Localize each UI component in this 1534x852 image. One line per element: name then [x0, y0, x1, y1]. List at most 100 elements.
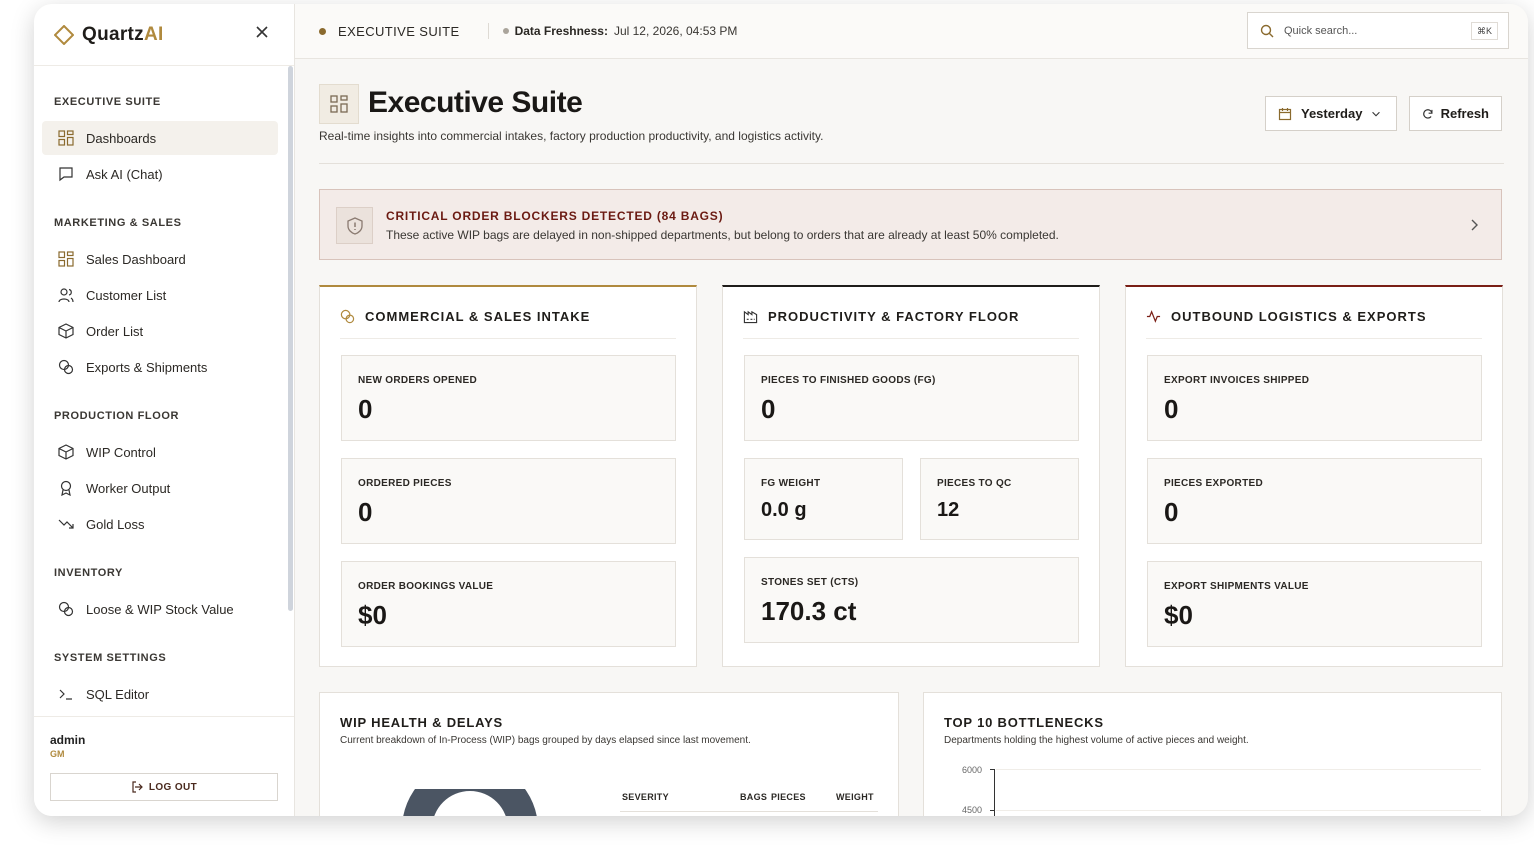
activity-icon — [1146, 310, 1161, 323]
nav-section-marketing-sales: MARKETING & SALES Sales Dashboard Customer… — [34, 196, 286, 389]
column-header-weight[interactable]: WEIGHT — [836, 792, 874, 802]
nav-section-system-settings: SYSTEM SETTINGS SQL Editor — [34, 631, 286, 716]
kpi-value: $0 — [1164, 600, 1193, 630]
kpi-card-pieces-exported[interactable]: PIECES EXPORTED 0 — [1147, 458, 1482, 544]
freshness-dot — [502, 28, 509, 34]
kpi-value: 0 — [358, 394, 373, 424]
close-icon[interactable] — [254, 24, 270, 40]
sidebar-item-exports-shipments[interactable]: Exports & Shipments — [42, 350, 278, 384]
section-title: PRODUCTION FLOOR — [54, 410, 180, 422]
kpi-card-export-invoices[interactable]: EXPORT INVOICES SHIPPED 0 — [1147, 355, 1482, 441]
quick-search[interactable]: ⌘K — [1247, 12, 1509, 49]
freshness-value: Jul 12, 2026, 04:53 PM — [613, 24, 738, 38]
user-name: admin — [50, 733, 86, 747]
kpi-label: EXPORT INVOICES SHIPPED — [1164, 375, 1310, 386]
panel-title: OUTBOUND LOGISTICS & EXPORTS — [1171, 309, 1427, 324]
search-input[interactable] — [1284, 24, 1454, 37]
calendar-icon — [1278, 107, 1292, 120]
kpi-card-ordered-pieces[interactable]: ORDERED PIECES 0 — [341, 458, 676, 544]
topbar-title: EXECUTIVE SUITE — [338, 23, 460, 39]
sidebar-scrollbar[interactable] — [288, 66, 293, 611]
sidebar-item-order-list[interactable]: Order List — [42, 314, 278, 348]
sidebar-item-worker-output[interactable]: Worker Output — [42, 471, 278, 505]
kpi-card-new-orders[interactable]: NEW ORDERS OPENED 0 — [341, 355, 676, 441]
sidebar: QuartzAI EXECUTIVE SUITE Dashboards Ask AI… — [34, 4, 295, 816]
nav-section-inventory: INVENTORY Loose & WIP Stock Value — [34, 546, 286, 631]
refresh-button[interactable]: Refresh — [1409, 96, 1502, 131]
logout-label: LOG OUT — [148, 781, 198, 793]
sidebar-item-label: Loose & WIP Stock Value — [86, 601, 234, 617]
logout-button[interactable]: LOG OUT — [50, 773, 278, 801]
y-tick-label: 4500 — [962, 805, 983, 815]
commercial-sales-panel: COMMERCIAL & SALES INTAKE NEW ORDERS OPE… — [319, 285, 697, 667]
kpi-value: 170.3 ct — [761, 596, 857, 626]
top-bottlenecks-panel: TOP 10 BOTTLENECKS Departments holding t… — [923, 692, 1502, 816]
sidebar-item-wip-control[interactable]: WIP Control — [42, 435, 278, 469]
panel-title: TOP 10 BOTTLENECKS — [944, 715, 1104, 730]
kpi-card-order-bookings[interactable]: ORDER BOOKINGS VALUE $0 — [341, 561, 676, 647]
kpi-value: 0 — [358, 497, 373, 527]
sidebar-item-label: Gold Loss — [86, 516, 145, 532]
kpi-card-fg-weight[interactable]: FG WEIGHT 0.0 g — [744, 458, 903, 540]
panel-subtitle: Departments holding the highest volume o… — [944, 735, 1249, 746]
top-bar: EXECUTIVE SUITE Data Freshness: Jul 12, … — [295, 4, 1528, 59]
sidebar-item-customer-list[interactable]: Customer List — [42, 278, 278, 312]
column-header-severity[interactable]: SEVERITY — [622, 792, 669, 802]
factory-icon — [743, 310, 758, 324]
kpi-card-pieces-to-fg[interactable]: PIECES TO FINISHED GOODS (FG) 0 — [744, 355, 1079, 441]
box-icon — [58, 444, 86, 460]
column-header-bags[interactable]: BAGS — [740, 792, 767, 802]
award-icon — [58, 480, 86, 496]
panel-header: OUTBOUND LOGISTICS & EXPORTS — [1146, 309, 1482, 339]
panel-title: COMMERCIAL & SALES INTAKE — [365, 309, 591, 324]
grid-line — [996, 769, 1481, 770]
wip-health-panel: WIP HEALTH & DELAYS Current breakdown of… — [319, 692, 899, 816]
grid-icon — [58, 130, 86, 146]
sidebar-item-sales-dashboard[interactable]: Sales Dashboard — [42, 242, 278, 276]
sidebar-item-sql-editor[interactable]: SQL Editor — [42, 677, 278, 711]
chat-icon — [58, 166, 86, 182]
app-window: QuartzAI EXECUTIVE SUITE Dashboards Ask AI… — [34, 4, 1528, 816]
shield-alert-icon — [336, 207, 373, 244]
kpi-card-stones-set[interactable]: STONES SET (CTS) 170.3 ct — [744, 557, 1079, 643]
sidebar-item-loose-wip-stock-value[interactable]: Loose & WIP Stock Value — [42, 592, 278, 626]
table-header-divider — [620, 811, 878, 812]
wip-donut-chart[interactable] — [400, 789, 540, 816]
coins-icon — [340, 309, 355, 324]
date-filter-dropdown[interactable]: Yesterday — [1265, 96, 1397, 131]
sidebar-item-dashboards[interactable]: Dashboards — [42, 121, 278, 155]
kpi-card-pieces-to-qc[interactable]: PIECES TO QC 12 — [920, 458, 1079, 540]
y-axis — [994, 769, 995, 816]
nav-section-executive-suite: EXECUTIVE SUITE Dashboards Ask AI (Chat) — [34, 66, 286, 196]
sidebar-item-label: Dashboards — [86, 130, 157, 146]
kpi-card-export-value[interactable]: EXPORT SHIPMENTS VALUE $0 — [1147, 561, 1482, 647]
page-title: Executive Suite — [368, 86, 583, 119]
search-icon — [1260, 24, 1274, 37]
date-filter-value: Yesterday — [1301, 106, 1363, 121]
alert-description: These active WIP bags are delayed in non… — [386, 228, 1059, 242]
panel-header: PRODUCTIVITY & FACTORY FLOOR — [743, 309, 1079, 339]
trending-down-icon — [58, 516, 86, 532]
section-title: INVENTORY — [54, 567, 123, 579]
sidebar-item-label: Ask AI (Chat) — [86, 166, 163, 182]
brand-name: QuartzAI — [82, 23, 164, 45]
panel-title: PRODUCTIVITY & FACTORY FLOOR — [768, 309, 1020, 324]
coins-icon — [58, 601, 86, 617]
main-content: EXECUTIVE SUITE Data Freshness: Jul 12, … — [295, 4, 1528, 816]
sidebar-item-label: Order List — [86, 323, 144, 339]
panel-title: WIP HEALTH & DELAYS — [340, 715, 504, 730]
kpi-label: STONES SET (CTS) — [761, 577, 859, 588]
kpi-label: PIECES TO QC — [937, 478, 1012, 489]
sidebar-item-gold-loss[interactable]: Gold Loss — [42, 507, 278, 541]
kpi-label: FG WEIGHT — [761, 478, 821, 489]
user-panel: admin GM LOG OUT — [34, 716, 294, 816]
sidebar-item-ask-ai-chat[interactable]: Ask AI (Chat) — [42, 157, 278, 191]
order-blockers-alert[interactable]: CRITICAL ORDER BLOCKERS DETECTED (84 BAG… — [319, 189, 1502, 260]
sidebar-item-label: WIP Control — [86, 444, 156, 460]
section-title: SYSTEM SETTINGS — [54, 652, 167, 664]
y-tick — [990, 769, 994, 770]
section-title: EXECUTIVE SUITE — [54, 96, 161, 108]
donut-segment[interactable] — [402, 789, 538, 816]
column-header-pieces[interactable]: PIECES — [771, 792, 806, 802]
status-dot — [319, 27, 326, 35]
